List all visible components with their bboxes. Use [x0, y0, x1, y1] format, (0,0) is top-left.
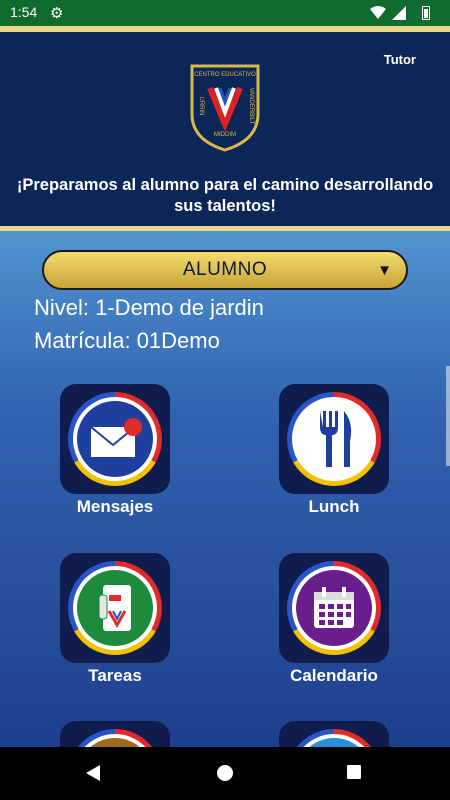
back-icon[interactable] — [84, 764, 102, 782]
menu-tile-calendario[interactable] — [279, 553, 389, 663]
menu-tile-tareas[interactable] — [60, 553, 170, 663]
logo-right-text: VANDERBILT — [248, 88, 254, 125]
slogan: ¡Preparamos al alumno para el camino des… — [16, 176, 434, 215]
logo-top-text: CENTRO EDUCATIVO — [194, 72, 256, 78]
role-label[interactable]: Tutor — [384, 52, 416, 67]
navigation-bar — [0, 747, 450, 800]
home-icon[interactable] — [216, 764, 234, 782]
school-logo: CENTRO EDUCATIVO URRIN VANDERBILT MIDDIM — [190, 64, 260, 152]
signal-icon — [392, 6, 406, 20]
gear-icon: ⚙ — [50, 5, 64, 22]
envelope-icon — [77, 401, 153, 477]
battery-icon — [422, 6, 430, 20]
menu-tile-partial-left[interactable] — [60, 721, 170, 747]
menu-tile-mensajes[interactable] — [60, 384, 170, 494]
wifi-icon — [370, 6, 386, 19]
app-header: Tutor CENTRO EDUCATIVO URRIN VANDERBILT … — [0, 26, 450, 231]
fork-knife-icon — [296, 401, 372, 477]
notebook-icon — [77, 570, 153, 646]
student-level: Nivel: 1-Demo de jardin — [34, 295, 264, 320]
menu-label-calendario[interactable]: Calendario — [259, 666, 409, 686]
dropdown-arrow-icon: ▼ — [377, 262, 392, 279]
student-id: Matrícula: 01Demo — [34, 328, 220, 353]
menu-tile-lunch[interactable] — [279, 384, 389, 494]
recents-icon[interactable] — [346, 764, 362, 780]
scrollbar[interactable] — [446, 366, 450, 466]
logo-bottom-text: MIDDIM — [214, 132, 236, 138]
menu-tile-partial-right[interactable] — [279, 721, 389, 747]
profile-selector[interactable]: ALUMNO ▼ — [42, 250, 408, 290]
clock: 1:54 — [10, 4, 38, 20]
status-bar: 1:54 ⚙ — [0, 0, 450, 26]
menu-label-mensajes[interactable]: Mensajes — [40, 497, 190, 517]
calendar-icon — [296, 570, 372, 646]
menu-label-tareas[interactable]: Tareas — [40, 666, 190, 686]
logo-left-text: URRIN — [198, 97, 204, 116]
menu-label-lunch[interactable]: Lunch — [259, 497, 409, 517]
main-content: ALUMNO ▼ Nivel: 1-Demo de jardin Matrícu… — [0, 231, 450, 747]
profile-selector-value: ALUMNO — [182, 259, 268, 280]
